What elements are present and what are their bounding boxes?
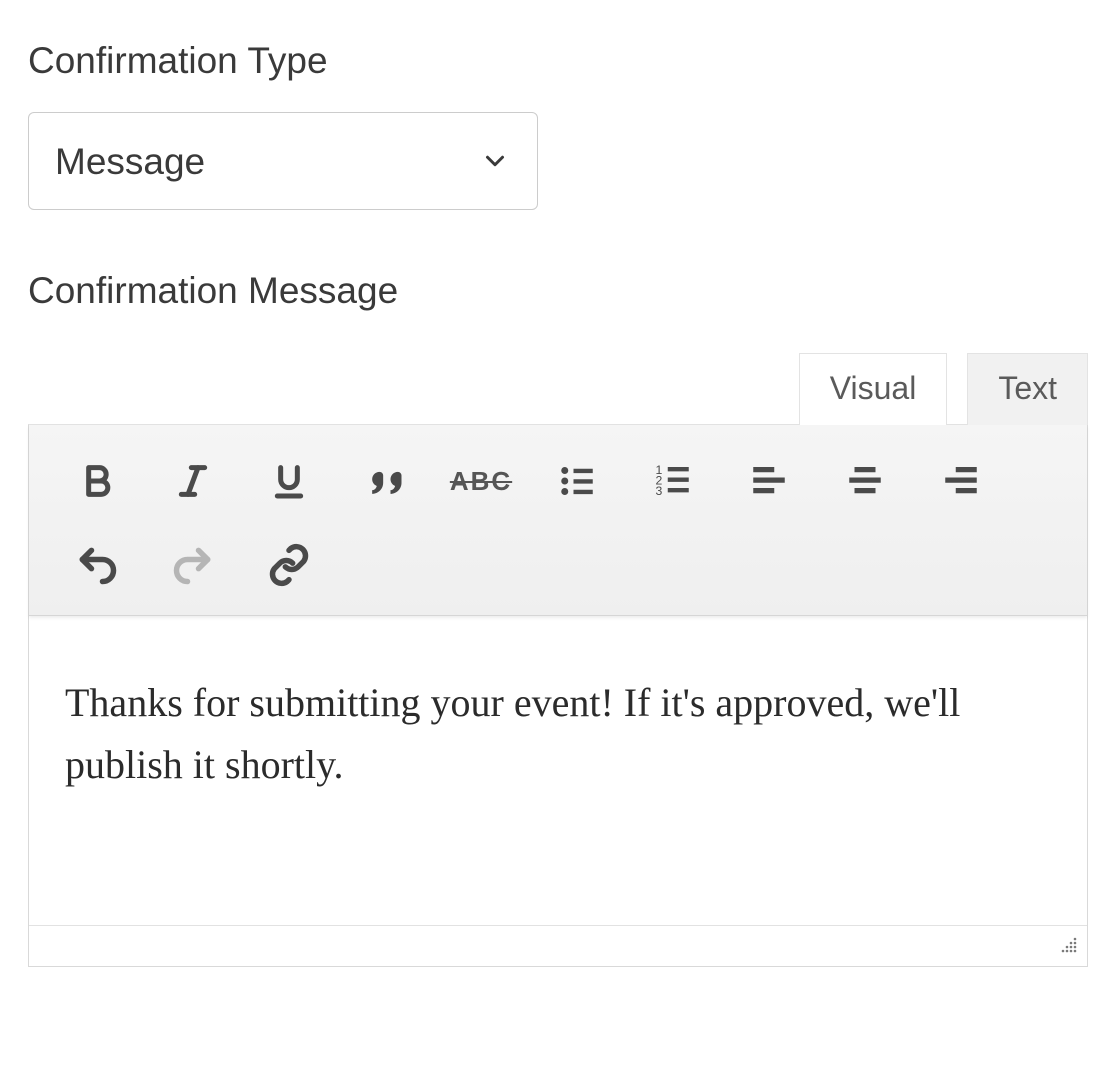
numbered-list-button[interactable]: 123: [625, 439, 721, 523]
strikethrough-button[interactable]: ABC: [433, 439, 529, 523]
italic-button[interactable]: [145, 439, 241, 523]
align-left-icon: [748, 460, 790, 502]
align-right-icon: [940, 460, 982, 502]
underline-button[interactable]: [241, 439, 337, 523]
align-right-button[interactable]: [913, 439, 1009, 523]
italic-icon: [173, 461, 213, 501]
resize-handle[interactable]: [1059, 935, 1079, 960]
svg-text:3: 3: [656, 484, 663, 498]
editor-content[interactable]: Thanks for submitting your event! If it'…: [29, 616, 1087, 926]
redo-button[interactable]: [145, 523, 241, 607]
confirmation-message-label: Confirmation Message: [28, 270, 1088, 312]
bulleted-list-button[interactable]: [529, 439, 625, 523]
confirmation-type-select[interactable]: Message: [28, 112, 538, 210]
numbered-list-icon: 123: [652, 460, 694, 502]
link-icon: [267, 543, 311, 587]
insert-link-button[interactable]: [241, 523, 337, 607]
undo-button[interactable]: [49, 523, 145, 607]
redo-icon: [171, 543, 215, 587]
undo-icon: [75, 543, 119, 587]
quote-icon: [363, 459, 407, 503]
align-center-icon: [844, 460, 886, 502]
align-center-button[interactable]: [817, 439, 913, 523]
blockquote-button[interactable]: [337, 439, 433, 523]
confirmation-type-select-wrap: Message: [28, 112, 538, 210]
editor-container: ABC 123: [28, 424, 1088, 967]
bold-button[interactable]: [49, 439, 145, 523]
editor-status-bar: [29, 926, 1087, 966]
tab-visual[interactable]: Visual: [799, 353, 948, 425]
editor-tabs: Visual Text: [28, 352, 1088, 424]
align-left-button[interactable]: [721, 439, 817, 523]
bold-icon: [77, 461, 117, 501]
confirmation-type-label: Confirmation Type: [28, 40, 1088, 82]
underline-icon: [269, 461, 309, 501]
strikethrough-icon: ABC: [450, 466, 512, 497]
bulleted-list-icon: [556, 460, 598, 502]
tab-text[interactable]: Text: [967, 353, 1088, 425]
editor-toolbar: ABC 123: [29, 425, 1087, 616]
